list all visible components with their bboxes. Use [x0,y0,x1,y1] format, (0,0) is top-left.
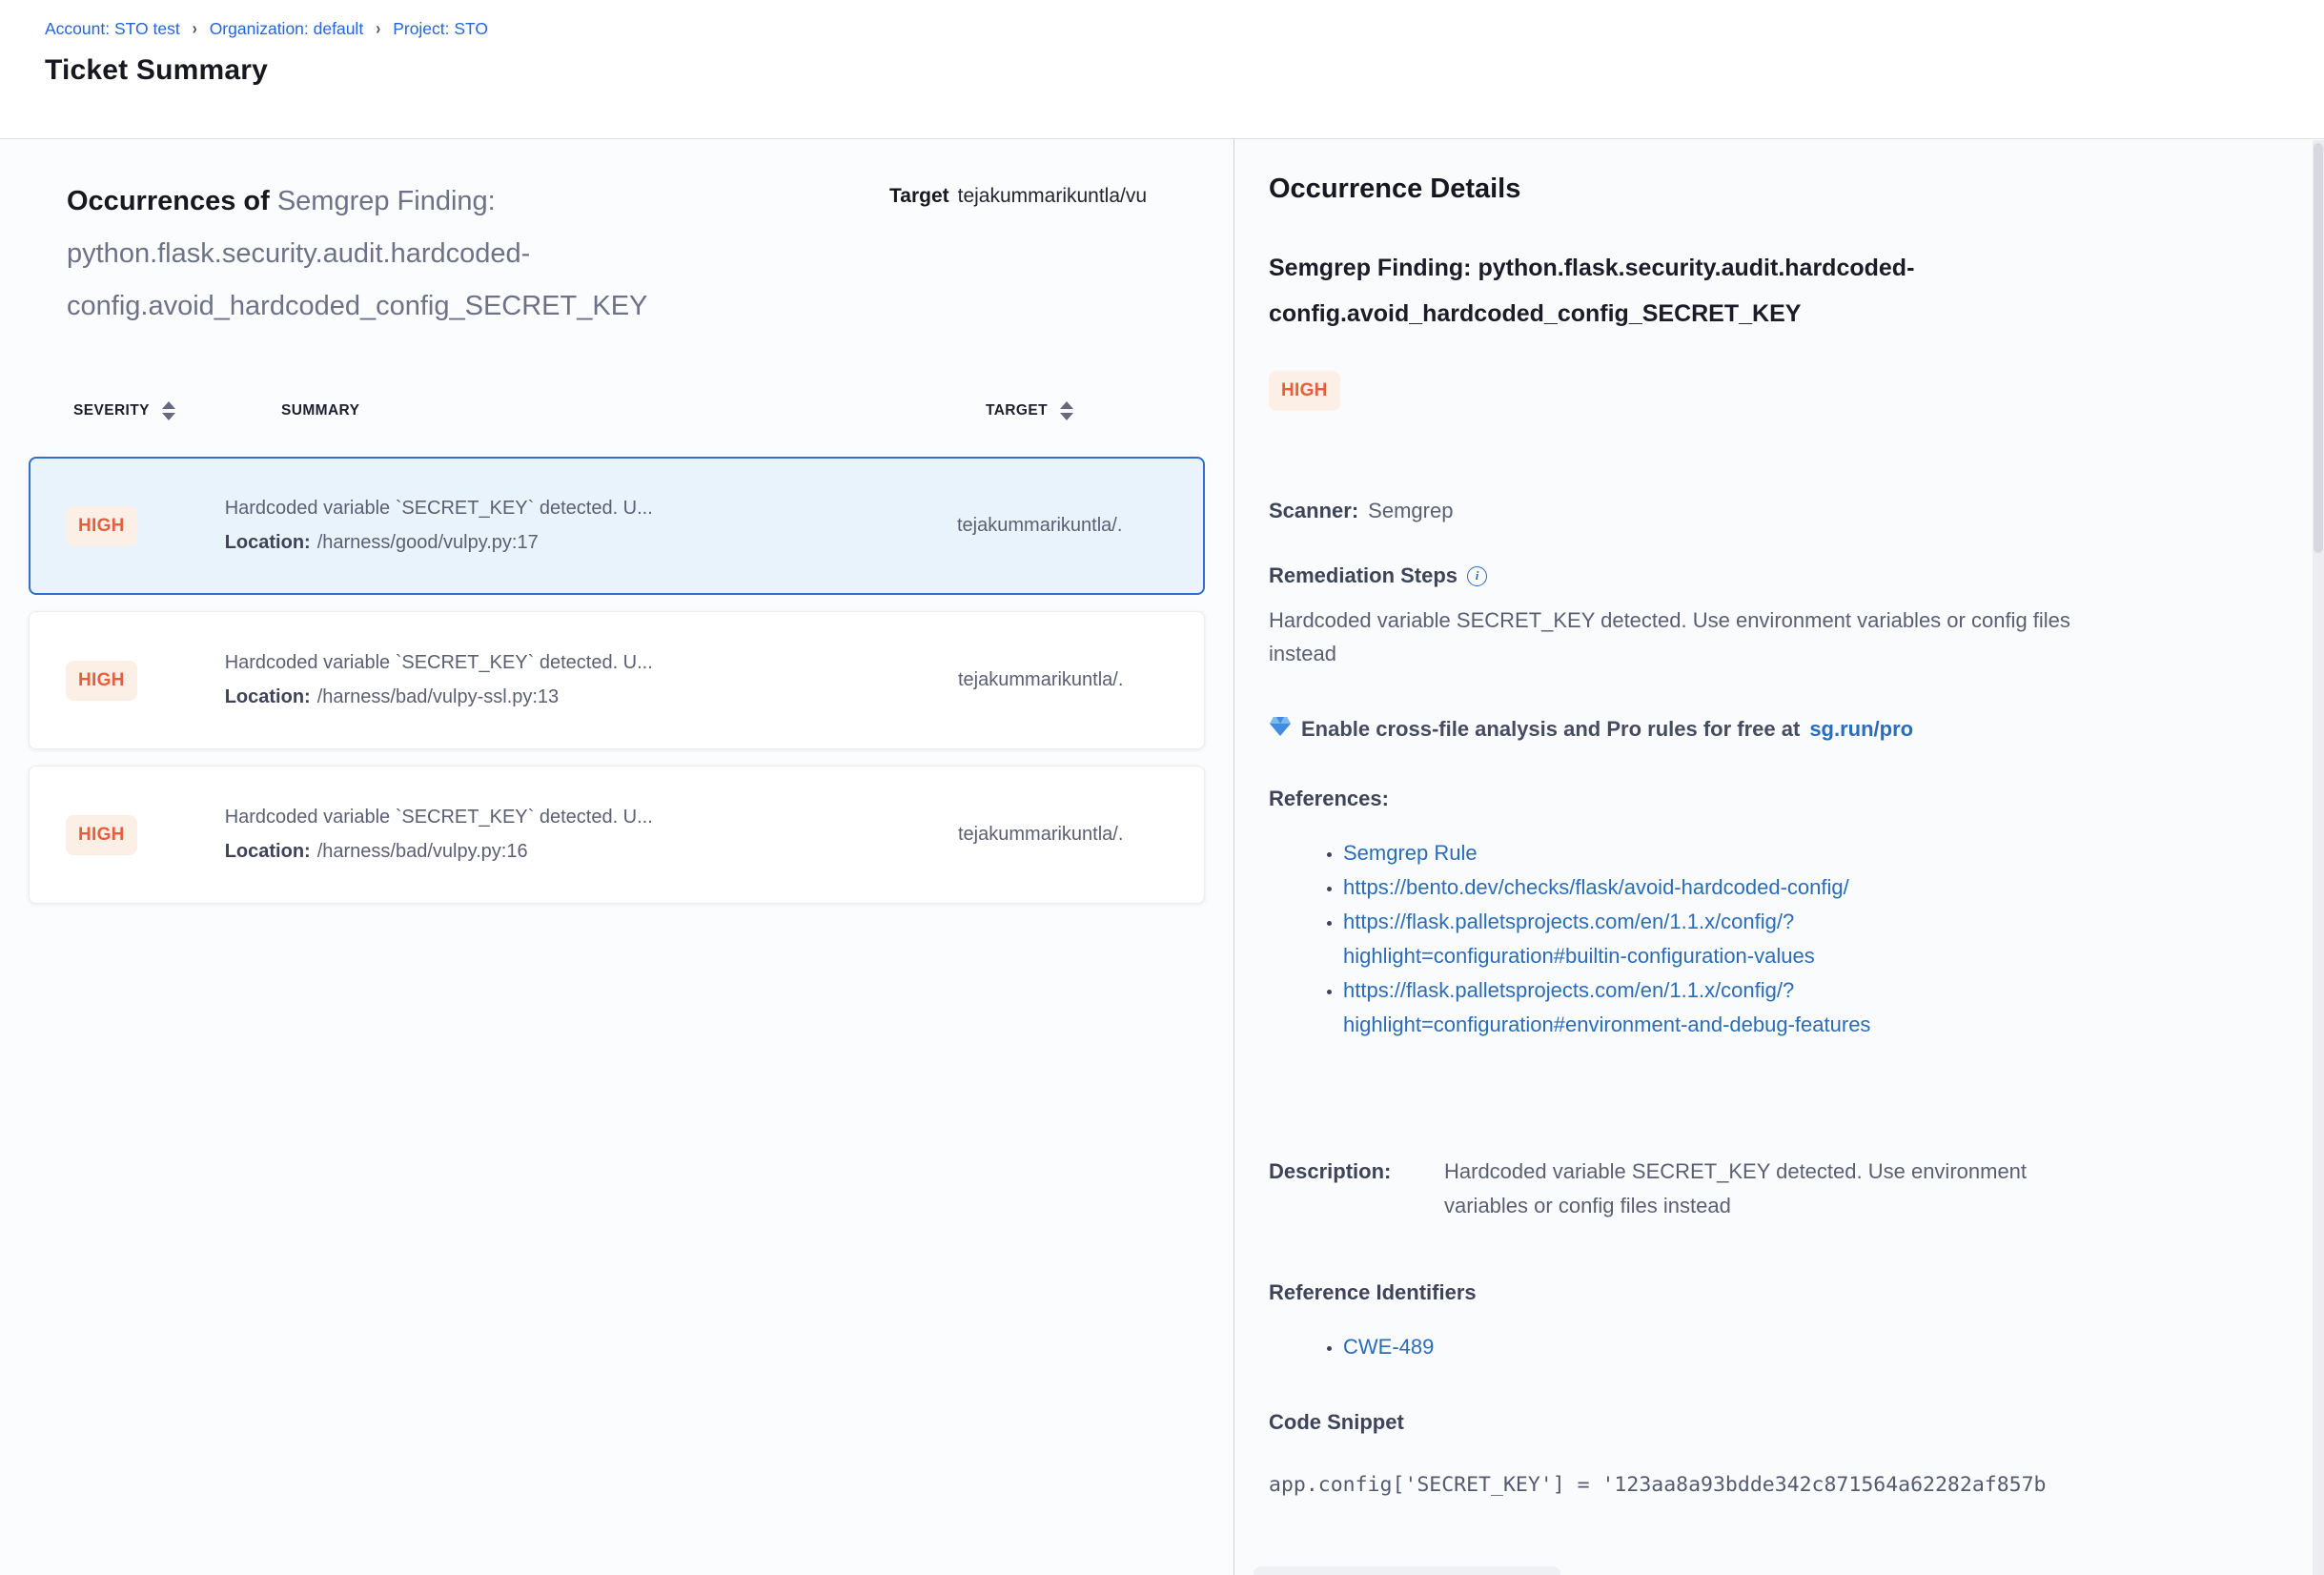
scanner-label: Scanner: [1269,499,1358,522]
severity-badge: HIGH [1269,371,1340,411]
code-snippet: app.config['SECRET_KEY'] = '123aa8a93bdd… [1269,1473,2324,1497]
description-row: Description: Hardcoded variable SECRET_K… [1269,1155,2324,1223]
column-header-severity[interactable]: SEVERITY [73,402,150,419]
occurrence-summary: Hardcoded variable `SECRET_KEY` detected… [225,498,835,554]
occurrence-summary-text: Hardcoded variable `SECRET_KEY` detected… [225,498,835,520]
reference-link[interactable]: https://flask.palletsprojects.com/en/1.1… [1343,973,1901,1042]
occurrences-title-prefix: Occurrences of [67,186,270,216]
breadcrumb-chevron-icon: › [191,19,199,39]
reference-identifiers-list: CWE-489 [1269,1330,2324,1364]
breadcrumb-organization-link[interactable]: Organization: default [210,19,364,39]
pro-tip-text: Enable cross-file analysis and Pro rules… [1301,717,1800,742]
occurrence-row-selected[interactable]: HIGH Hardcoded variable `SECRET_KEY` det… [29,457,1205,595]
remediation-steps-label: Remediation Steps [1269,563,1458,588]
occurrences-panel: Occurrences of Semgrep Finding: python.f… [0,139,1234,1575]
reference-link[interactable]: Semgrep Rule [1343,836,1901,870]
location-label: Location: [225,841,311,862]
page-title: Ticket Summary [45,54,2324,87]
remediation-steps-heading: Remediation Steps [1269,563,2324,588]
reference-identifiers-heading: Reference Identifiers [1269,1280,2324,1305]
occurrence-summary: Hardcoded variable `SECRET_KEY` detected… [225,807,835,863]
cwe-link[interactable]: CWE-489 [1343,1330,1901,1364]
pro-tip: Enable cross-file analysis and Pro rules… [1269,716,2324,743]
reference-link[interactable]: https://bento.dev/checks/flask/avoid-har… [1343,870,1901,905]
target-label: Target [889,185,949,207]
info-icon[interactable] [1467,566,1487,586]
finding-title: Semgrep Finding: python.flask.security.a… [1269,245,2155,337]
occurrences-header: Occurrences of Semgrep Finding: python.f… [0,175,1233,333]
pro-tip-link[interactable]: sg.run/pro [1809,717,1913,742]
page-header: Account: STO test › Organization: defaul… [0,0,2324,139]
occurrence-target: tejakummarikuntla/. [958,669,1204,691]
gem-icon [1269,716,1292,743]
occurrence-target: tejakummarikuntla/. [958,824,1204,846]
reference-link[interactable]: https://flask.palletsprojects.com/en/1.1… [1343,905,1901,973]
references-list: Semgrep Rule https://bento.dev/checks/fl… [1269,836,2324,1042]
occurrence-row[interactable]: HIGH Hardcoded variable `SECRET_KEY` det… [29,766,1205,904]
target-sort-icon[interactable] [1060,401,1073,420]
scanner-row: Scanner: Semgrep [1269,499,2324,523]
column-header-summary[interactable]: SUMMARY [281,402,359,419]
references-heading: References: [1269,787,2324,811]
column-header-target[interactable]: TARGET [986,402,1048,419]
occurrence-details-panel: Occurrence Details Semgrep Finding: pyth… [1234,139,2324,1575]
breadcrumb: Account: STO test › Organization: defaul… [45,19,2324,39]
severity-badge: HIGH [66,815,137,855]
occurrence-target: tejakummarikuntla/. [957,515,1203,537]
description-text: Hardcoded variable SECRET_KEY detected. … [1444,1155,2111,1223]
target-info: Target tejakummarikuntla/vu [889,185,1233,208]
occurrences-table-header: SEVERITY SUMMARY TARGET [0,401,1233,420]
breadcrumb-project-link[interactable]: Project: STO [393,19,488,39]
breadcrumb-chevron-icon: › [374,19,382,39]
severity-sort-icon[interactable] [162,401,175,420]
occurrence-row[interactable]: HIGH Hardcoded variable `SECRET_KEY` det… [29,611,1205,749]
severity-badge: HIGH [66,506,137,546]
location-label: Location: [225,686,311,707]
split-view: Occurrences of Semgrep Finding: python.f… [0,139,2324,1575]
code-snippet-heading: Code Snippet [1269,1410,2324,1435]
occurrences-list: HIGH Hardcoded variable `SECRET_KEY` det… [29,457,1205,904]
occurrence-summary-text: Hardcoded variable `SECRET_KEY` detected… [225,652,835,674]
description-label: Description: [1269,1155,1444,1223]
location-value: /harness/bad/vulpy-ssl.py:13 [317,686,559,707]
breadcrumb-account-link[interactable]: Account: STO test [45,19,180,39]
vertical-scrollbar-thumb[interactable] [2314,143,2323,553]
occurrence-details-title: Occurrence Details [1269,174,2324,205]
scanner-value: Semgrep [1368,499,1453,522]
location-value: /harness/good/vulpy.py:17 [317,532,539,553]
occurrence-summary-text: Hardcoded variable `SECRET_KEY` detected… [225,807,835,828]
location-value: /harness/bad/vulpy.py:16 [317,841,528,862]
remediation-text: Hardcoded variable SECRET_KEY detected. … [1269,603,2131,670]
occurrences-title: Occurrences of Semgrep Finding: python.f… [67,175,834,333]
location-label: Location: [225,532,311,553]
horizontal-scrollbar[interactable] [1254,1566,1560,1575]
severity-badge: HIGH [66,661,137,701]
occurrence-summary: Hardcoded variable `SECRET_KEY` detected… [225,652,835,708]
target-value: tejakummarikuntla/vu [958,185,1147,207]
